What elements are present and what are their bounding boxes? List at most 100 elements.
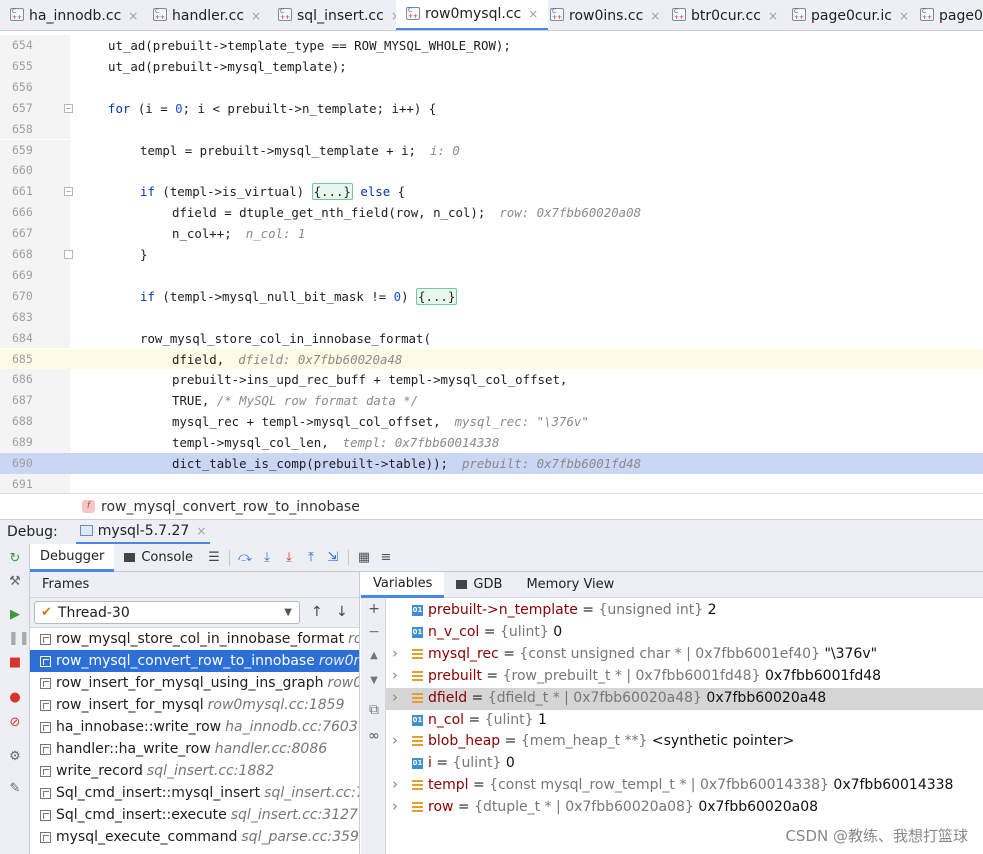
- arrow-down-icon[interactable]: ↓: [336, 604, 348, 620]
- chevron-right-icon[interactable]: ›: [392, 731, 398, 749]
- frame-item[interactable]: ha_innobase::write_row ha_innodb.cc:7603: [30, 716, 359, 738]
- frame-item[interactable]: row_insert_for_mysql row0mysql.cc:1859: [30, 694, 359, 716]
- line-gutter[interactable]: 669: [0, 264, 70, 286]
- variable-row[interactable]: › mysql_rec = {const unsigned char * | 0x…: [386, 644, 983, 666]
- code-line[interactable]: 686 prebuilt->ins_upd_rec_buff + templ->m…: [0, 369, 983, 391]
- chevron-right-icon[interactable]: ›: [392, 797, 398, 815]
- close-tab-icon[interactable]: ×: [528, 7, 538, 21]
- variable-row[interactable]: › blob_heap = {mem_heap_t **} <synthetic …: [386, 731, 983, 753]
- file-tab[interactable]: C ++ handler.cc ×: [143, 0, 271, 30]
- line-gutter[interactable]: 683: [0, 306, 70, 328]
- code-line[interactable]: 667 n_col++; n_col: 1: [0, 223, 983, 244]
- line-gutter[interactable]: 684: [0, 327, 70, 349]
- line-gutter[interactable]: 691: [0, 473, 70, 493]
- stop-icon[interactable]: ■: [8, 656, 22, 670]
- line-gutter[interactable]: 656: [0, 76, 70, 98]
- code-line[interactable]: 669: [0, 264, 983, 286]
- code-line[interactable]: 668}: [0, 244, 983, 265]
- code-line[interactable]: 689 templ->mysql_col_len, templ: 0x7fbb600…: [0, 432, 983, 453]
- chevron-right-icon[interactable]: ›: [392, 775, 398, 793]
- arrow-up-icon[interactable]: ↑: [311, 604, 323, 620]
- wrench-icon[interactable]: ⚒: [8, 575, 22, 589]
- line-gutter[interactable]: 660: [0, 160, 70, 182]
- line-gutter[interactable]: 687: [0, 390, 70, 412]
- code-line[interactable]: 657− for (i = 0; i < prebuilt->n_template…: [0, 97, 983, 119]
- chevron-right-icon[interactable]: ›: [392, 666, 398, 684]
- mute-breakpoints-icon[interactable]: ⊘: [8, 716, 22, 730]
- code-line[interactable]: 659 templ = prebuilt->mysql_template + i;…: [0, 139, 983, 161]
- close-tab-icon[interactable]: ×: [768, 9, 778, 23]
- line-gutter[interactable]: 661−: [0, 181, 73, 203]
- frame-item[interactable]: write_record sql_insert.cc:1882: [30, 760, 359, 782]
- code-line[interactable]: 655 ut_ad(prebuilt->mysql_template);: [0, 55, 983, 77]
- copy-icon[interactable]: ⧉: [367, 702, 381, 718]
- frame-item[interactable]: row_mysql_store_col_in_innobase_formatro: [30, 628, 359, 650]
- close-tab-icon[interactable]: ×: [650, 9, 660, 23]
- pause-icon[interactable]: ❚❚: [8, 632, 30, 646]
- step-into-icon[interactable]: ⤓: [278, 550, 300, 565]
- line-gutter[interactable]: 657−: [0, 97, 73, 119]
- line-gutter[interactable]: 659: [0, 139, 70, 161]
- pin-icon[interactable]: ✎: [8, 782, 22, 796]
- line-gutter[interactable]: 666: [0, 202, 70, 224]
- file-tab[interactable]: C ++ ha_innodb.cc ×: [0, 0, 148, 30]
- breadcrumb-function[interactable]: row_mysql_convert_row_to_innobase: [101, 499, 360, 515]
- line-gutter[interactable]: 689: [0, 432, 70, 453]
- variable-row[interactable]: 01 i = {ulint} 0: [386, 753, 983, 775]
- glasses-icon[interactable]: ∞: [367, 728, 381, 744]
- code-line[interactable]: 688 mysql_rec + templ->mysql_col_offset, m…: [0, 411, 983, 433]
- run-to-cursor-icon[interactable]: ⇲: [322, 550, 344, 565]
- line-gutter[interactable]: 685: [0, 348, 70, 370]
- code-line[interactable]: 690 dict_table_is_comp(prebuilt->table));…: [0, 453, 983, 474]
- code-line[interactable]: 685 dfield, dfield: 0x7fbb60020a48: [0, 348, 983, 370]
- code-line[interactable]: 683: [0, 306, 983, 328]
- settings-icon[interactable]: ⚙: [8, 750, 22, 764]
- line-gutter[interactable]: 654: [0, 35, 70, 56]
- tab-memory-view[interactable]: Memory View: [514, 572, 626, 598]
- view-breakpoints-icon[interactable]: ●: [8, 691, 22, 705]
- variable-row[interactable]: › templ = {const mysql_row_templ_t * | 0x…: [386, 775, 983, 797]
- frame-item[interactable]: row_mysql_convert_row_to_innobaserow0m: [30, 650, 359, 672]
- file-tab[interactable]: C++ page0c: [910, 0, 983, 30]
- tab-variables[interactable]: Variables: [361, 572, 445, 598]
- thread-select[interactable]: ✔ Thread-30 ▼: [34, 601, 300, 624]
- tab-debugger[interactable]: Debugger: [30, 543, 115, 572]
- frame-item[interactable]: Sql_cmd_insert::execute sql_insert.cc:312…: [30, 804, 359, 826]
- breadcrumb[interactable]: f row_mysql_convert_row_to_innobase: [0, 493, 983, 519]
- chevron-down-icon[interactable]: ▼: [284, 607, 292, 618]
- line-gutter[interactable]: 670: [0, 285, 70, 307]
- code-line[interactable]: 670 if (templ->mysql_null_bit_mask != 0) …: [0, 285, 983, 307]
- collapsed-block[interactable]: {...}: [311, 183, 353, 201]
- code-line[interactable]: 656: [0, 76, 983, 98]
- step-over-icon[interactable]: ⤓: [256, 550, 278, 565]
- file-tab[interactable]: C ++ row0mysql.cc ×: [396, 0, 549, 30]
- variable-row[interactable]: › dfield = {dfield_t * | 0x7fbb60020a48} …: [386, 687, 983, 710]
- show-execution-point-icon[interactable]: ⤼: [234, 550, 256, 565]
- collapsed-block[interactable]: {...}: [416, 287, 458, 305]
- step-out-icon[interactable]: ⤒: [300, 550, 322, 565]
- move-down-icon[interactable]: ▼: [367, 675, 381, 686]
- code-line[interactable]: 654 ut_ad(prebuilt->template_type == ROW_…: [0, 35, 983, 56]
- close-tab-icon[interactable]: ×: [251, 9, 261, 23]
- close-tab-icon[interactable]: ×: [899, 9, 909, 23]
- evaluate-icon[interactable]: ▦: [353, 550, 375, 565]
- line-gutter[interactable]: 655: [0, 55, 70, 77]
- code-line[interactable]: 691: [0, 473, 983, 493]
- variable-row[interactable]: 01 prebuilt->n_template = {unsigned int} …: [386, 600, 983, 622]
- file-tab[interactable]: C ++ btr0cur.cc ×: [662, 0, 788, 30]
- chevron-right-icon[interactable]: ›: [392, 688, 398, 706]
- file-tab[interactable]: C ++ row0ins.cc ×: [540, 0, 670, 30]
- variable-row[interactable]: 01 n_v_col = {ulint} 0: [386, 622, 983, 644]
- menu-icon[interactable]: ☰: [203, 550, 225, 565]
- code-line[interactable]: 660: [0, 160, 983, 182]
- file-tab[interactable]: C ++ page0cur.ic ×: [782, 0, 919, 30]
- code-line[interactable]: 661− if (templ->is_virtual) {...} else {: [0, 181, 983, 203]
- line-gutter[interactable]: 658: [0, 118, 70, 140]
- variable-row[interactable]: 01 n_col = {ulint} 1: [386, 710, 983, 732]
- line-gutter[interactable]: 690: [0, 453, 70, 474]
- resume-icon[interactable]: ▶: [8, 608, 22, 622]
- remove-watch-icon[interactable]: −: [367, 624, 381, 640]
- line-gutter[interactable]: 688: [0, 411, 70, 433]
- layout-icon[interactable]: ≡: [375, 550, 397, 565]
- close-session-icon[interactable]: ×: [196, 524, 206, 538]
